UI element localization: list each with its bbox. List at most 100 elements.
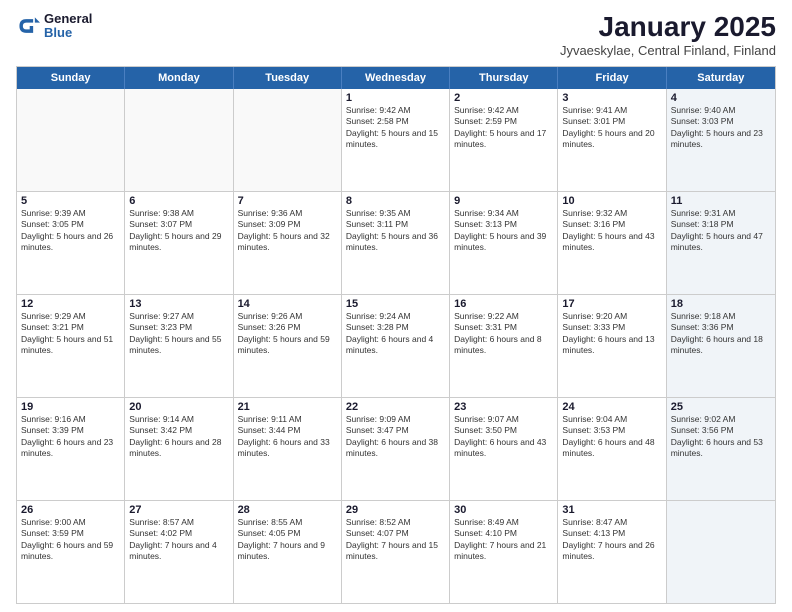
day-number: 9 bbox=[454, 195, 553, 207]
cal-cell-r2-c2: 14Sunrise: 9:26 AM Sunset: 3:26 PM Dayli… bbox=[234, 295, 342, 397]
cell-info: Sunrise: 9:22 AM Sunset: 3:31 PM Dayligh… bbox=[454, 311, 553, 357]
cal-cell-r4-c1: 27Sunrise: 8:57 AM Sunset: 4:02 PM Dayli… bbox=[125, 501, 233, 603]
cell-info: Sunrise: 9:40 AM Sunset: 3:03 PM Dayligh… bbox=[671, 105, 771, 151]
cal-cell-r3-c5: 24Sunrise: 9:04 AM Sunset: 3:53 PM Dayli… bbox=[558, 398, 666, 500]
day-number: 14 bbox=[238, 298, 337, 310]
header-saturday: Saturday bbox=[667, 67, 775, 89]
cal-cell-r2-c5: 17Sunrise: 9:20 AM Sunset: 3:33 PM Dayli… bbox=[558, 295, 666, 397]
cell-info: Sunrise: 9:36 AM Sunset: 3:09 PM Dayligh… bbox=[238, 208, 337, 254]
cell-info: Sunrise: 9:18 AM Sunset: 3:36 PM Dayligh… bbox=[671, 311, 771, 357]
cal-cell-r1-c0: 5Sunrise: 9:39 AM Sunset: 3:05 PM Daylig… bbox=[17, 192, 125, 294]
calendar-subtitle: Jyvaeskylae, Central Finland, Finland bbox=[560, 43, 776, 58]
calendar-body: 1Sunrise: 9:42 AM Sunset: 2:58 PM Daylig… bbox=[17, 89, 775, 603]
cell-info: Sunrise: 9:27 AM Sunset: 3:23 PM Dayligh… bbox=[129, 311, 228, 357]
day-number: 29 bbox=[346, 504, 445, 516]
cell-info: Sunrise: 9:14 AM Sunset: 3:42 PM Dayligh… bbox=[129, 414, 228, 460]
cal-cell-r0-c4: 2Sunrise: 9:42 AM Sunset: 2:59 PM Daylig… bbox=[450, 89, 558, 191]
logo-blue: Blue bbox=[44, 26, 92, 40]
logo-icon bbox=[16, 14, 40, 38]
day-number: 15 bbox=[346, 298, 445, 310]
cal-cell-r2-c0: 12Sunrise: 9:29 AM Sunset: 3:21 PM Dayli… bbox=[17, 295, 125, 397]
cell-info: Sunrise: 9:31 AM Sunset: 3:18 PM Dayligh… bbox=[671, 208, 771, 254]
cell-info: Sunrise: 9:34 AM Sunset: 3:13 PM Dayligh… bbox=[454, 208, 553, 254]
cell-info: Sunrise: 9:20 AM Sunset: 3:33 PM Dayligh… bbox=[562, 311, 661, 357]
cell-info: Sunrise: 9:38 AM Sunset: 3:07 PM Dayligh… bbox=[129, 208, 228, 254]
cell-info: Sunrise: 9:09 AM Sunset: 3:47 PM Dayligh… bbox=[346, 414, 445, 460]
cal-row-5: 26Sunrise: 9:00 AM Sunset: 3:59 PM Dayli… bbox=[17, 500, 775, 603]
cell-info: Sunrise: 9:00 AM Sunset: 3:59 PM Dayligh… bbox=[21, 517, 120, 563]
cal-cell-r2-c3: 15Sunrise: 9:24 AM Sunset: 3:28 PM Dayli… bbox=[342, 295, 450, 397]
day-number: 27 bbox=[129, 504, 228, 516]
day-number: 11 bbox=[671, 195, 771, 207]
day-number: 25 bbox=[671, 401, 771, 413]
cal-cell-r0-c3: 1Sunrise: 9:42 AM Sunset: 2:58 PM Daylig… bbox=[342, 89, 450, 191]
cal-cell-r4-c0: 26Sunrise: 9:00 AM Sunset: 3:59 PM Dayli… bbox=[17, 501, 125, 603]
cell-info: Sunrise: 9:32 AM Sunset: 3:16 PM Dayligh… bbox=[562, 208, 661, 254]
day-number: 23 bbox=[454, 401, 553, 413]
header-tuesday: Tuesday bbox=[234, 67, 342, 89]
cal-cell-r1-c6: 11Sunrise: 9:31 AM Sunset: 3:18 PM Dayli… bbox=[667, 192, 775, 294]
day-number: 26 bbox=[21, 504, 120, 516]
header-wednesday: Wednesday bbox=[342, 67, 450, 89]
cell-info: Sunrise: 9:02 AM Sunset: 3:56 PM Dayligh… bbox=[671, 414, 771, 460]
cell-info: Sunrise: 9:39 AM Sunset: 3:05 PM Dayligh… bbox=[21, 208, 120, 254]
calendar: Sunday Monday Tuesday Wednesday Thursday… bbox=[16, 66, 776, 604]
day-number: 13 bbox=[129, 298, 228, 310]
cal-cell-r2-c4: 16Sunrise: 9:22 AM Sunset: 3:31 PM Dayli… bbox=[450, 295, 558, 397]
header-monday: Monday bbox=[125, 67, 233, 89]
day-number: 16 bbox=[454, 298, 553, 310]
day-number: 18 bbox=[671, 298, 771, 310]
day-number: 10 bbox=[562, 195, 661, 207]
cell-info: Sunrise: 8:57 AM Sunset: 4:02 PM Dayligh… bbox=[129, 517, 228, 563]
cal-cell-r3-c3: 22Sunrise: 9:09 AM Sunset: 3:47 PM Dayli… bbox=[342, 398, 450, 500]
day-number: 21 bbox=[238, 401, 337, 413]
day-number: 12 bbox=[21, 298, 120, 310]
cal-cell-r0-c5: 3Sunrise: 9:41 AM Sunset: 3:01 PM Daylig… bbox=[558, 89, 666, 191]
cal-cell-r4-c3: 29Sunrise: 8:52 AM Sunset: 4:07 PM Dayli… bbox=[342, 501, 450, 603]
cell-info: Sunrise: 9:24 AM Sunset: 3:28 PM Dayligh… bbox=[346, 311, 445, 357]
day-number: 3 bbox=[562, 92, 661, 104]
calendar-header: Sunday Monday Tuesday Wednesday Thursday… bbox=[17, 67, 775, 89]
cal-cell-r0-c2 bbox=[234, 89, 342, 191]
cell-info: Sunrise: 8:49 AM Sunset: 4:10 PM Dayligh… bbox=[454, 517, 553, 563]
cal-cell-r2-c6: 18Sunrise: 9:18 AM Sunset: 3:36 PM Dayli… bbox=[667, 295, 775, 397]
header-friday: Friday bbox=[558, 67, 666, 89]
cal-cell-r0-c6: 4Sunrise: 9:40 AM Sunset: 3:03 PM Daylig… bbox=[667, 89, 775, 191]
day-number: 6 bbox=[129, 195, 228, 207]
cell-info: Sunrise: 9:26 AM Sunset: 3:26 PM Dayligh… bbox=[238, 311, 337, 357]
cell-info: Sunrise: 8:47 AM Sunset: 4:13 PM Dayligh… bbox=[562, 517, 661, 563]
cell-info: Sunrise: 9:35 AM Sunset: 3:11 PM Dayligh… bbox=[346, 208, 445, 254]
day-number: 17 bbox=[562, 298, 661, 310]
cal-cell-r3-c4: 23Sunrise: 9:07 AM Sunset: 3:50 PM Dayli… bbox=[450, 398, 558, 500]
day-number: 5 bbox=[21, 195, 120, 207]
cal-cell-r1-c3: 8Sunrise: 9:35 AM Sunset: 3:11 PM Daylig… bbox=[342, 192, 450, 294]
cal-cell-r0-c1 bbox=[125, 89, 233, 191]
day-number: 31 bbox=[562, 504, 661, 516]
cell-info: Sunrise: 9:42 AM Sunset: 2:59 PM Dayligh… bbox=[454, 105, 553, 151]
cal-cell-r0-c0 bbox=[17, 89, 125, 191]
day-number: 30 bbox=[454, 504, 553, 516]
day-number: 1 bbox=[346, 92, 445, 104]
cal-cell-r3-c2: 21Sunrise: 9:11 AM Sunset: 3:44 PM Dayli… bbox=[234, 398, 342, 500]
cal-cell-r2-c1: 13Sunrise: 9:27 AM Sunset: 3:23 PM Dayli… bbox=[125, 295, 233, 397]
page: General Blue January 2025 Jyvaeskylae, C… bbox=[0, 0, 792, 612]
day-number: 24 bbox=[562, 401, 661, 413]
cell-info: Sunrise: 9:04 AM Sunset: 3:53 PM Dayligh… bbox=[562, 414, 661, 460]
logo: General Blue bbox=[16, 12, 92, 41]
cal-cell-r3-c6: 25Sunrise: 9:02 AM Sunset: 3:56 PM Dayli… bbox=[667, 398, 775, 500]
cal-row-4: 19Sunrise: 9:16 AM Sunset: 3:39 PM Dayli… bbox=[17, 397, 775, 500]
cell-info: Sunrise: 9:41 AM Sunset: 3:01 PM Dayligh… bbox=[562, 105, 661, 151]
cal-cell-r1-c4: 9Sunrise: 9:34 AM Sunset: 3:13 PM Daylig… bbox=[450, 192, 558, 294]
day-number: 22 bbox=[346, 401, 445, 413]
day-number: 8 bbox=[346, 195, 445, 207]
cell-info: Sunrise: 9:16 AM Sunset: 3:39 PM Dayligh… bbox=[21, 414, 120, 460]
cell-info: Sunrise: 8:52 AM Sunset: 4:07 PM Dayligh… bbox=[346, 517, 445, 563]
cell-info: Sunrise: 9:42 AM Sunset: 2:58 PM Dayligh… bbox=[346, 105, 445, 151]
cal-row-1: 1Sunrise: 9:42 AM Sunset: 2:58 PM Daylig… bbox=[17, 89, 775, 191]
cell-info: Sunrise: 8:55 AM Sunset: 4:05 PM Dayligh… bbox=[238, 517, 337, 563]
cal-cell-r1-c5: 10Sunrise: 9:32 AM Sunset: 3:16 PM Dayli… bbox=[558, 192, 666, 294]
day-number: 20 bbox=[129, 401, 228, 413]
header-thursday: Thursday bbox=[450, 67, 558, 89]
cal-row-3: 12Sunrise: 9:29 AM Sunset: 3:21 PM Dayli… bbox=[17, 294, 775, 397]
day-number: 28 bbox=[238, 504, 337, 516]
